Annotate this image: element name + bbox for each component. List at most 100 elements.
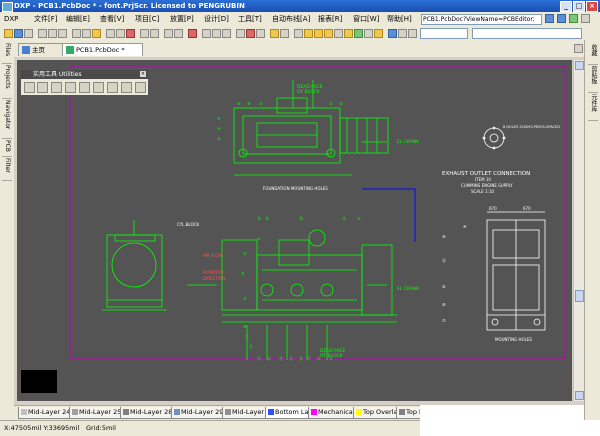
deselect-icon[interactable] (126, 29, 135, 38)
maximize-icon[interactable]: □ (573, 1, 585, 12)
open-folder-icon[interactable] (4, 29, 13, 38)
menu-reports[interactable]: 报表[R] (318, 14, 342, 24)
layer-tab[interactable]: Top Overlay (353, 407, 402, 419)
place-string-icon[interactable] (121, 82, 132, 93)
layer-tab[interactable]: Mechanical 1 (308, 407, 361, 419)
panel-tab-files[interactable]: Files (2, 43, 12, 64)
menu-dxp[interactable]: DXP (4, 14, 18, 24)
align-icon[interactable] (222, 29, 231, 38)
cut-icon[interactable] (72, 29, 81, 38)
menu-autoroute[interactable]: 自动布线[A] (272, 14, 310, 24)
panel-tab-filter[interactable]: Filter (2, 158, 12, 181)
menu-project[interactable]: 项目[C] (135, 14, 159, 24)
paste-icon[interactable] (92, 29, 101, 38)
print-icon[interactable] (24, 29, 33, 38)
cross-probe-icon[interactable] (164, 29, 173, 38)
board-view-icon[interactable] (398, 29, 407, 38)
text-icon[interactable] (374, 29, 383, 38)
layer-tab[interactable]: Mid-Layer 28 (120, 407, 177, 419)
layer-tab[interactable]: Mid-Layer 29 (171, 407, 228, 419)
tab-pcb-document[interactable]: PCB1.PcbDoc * (62, 43, 143, 56)
close-icon[interactable]: × (586, 1, 598, 12)
via-icon[interactable] (280, 29, 289, 38)
layer-tab[interactable]: Mid-Layer 25 (69, 407, 126, 419)
panel-tab-navigator[interactable]: Navigator (2, 100, 12, 139)
3d-view-icon[interactable] (408, 29, 417, 38)
panel-tab-favorites[interactable]: 收藏 (588, 44, 598, 65)
place-room-icon[interactable] (65, 82, 76, 93)
zoom-fit-icon[interactable] (58, 29, 67, 38)
scroll-down-icon[interactable] (575, 391, 584, 400)
layer-tab[interactable]: Mid-Layer 24 (18, 407, 75, 419)
copy-icon[interactable] (82, 29, 91, 38)
menu-edit[interactable]: 编辑[E] (66, 14, 90, 24)
menu-window[interactable]: 窗口[W] (353, 14, 379, 24)
close-icon[interactable]: × (140, 71, 146, 77)
route-icon[interactable] (236, 29, 245, 38)
scroll-up-icon[interactable] (575, 61, 584, 70)
zoom-in-icon[interactable] (38, 29, 47, 38)
nav-back-icon[interactable] (545, 14, 554, 23)
save-icon[interactable] (14, 29, 23, 38)
menu-tools[interactable]: 工具[T] (238, 14, 262, 24)
coordinate-icon[interactable] (334, 29, 343, 38)
clear-filter-icon[interactable] (174, 29, 183, 38)
redo-icon[interactable] (150, 29, 159, 38)
menu-design[interactable]: 设计[D] (204, 14, 229, 24)
exhaust-scale: SCALE 1:10 (471, 189, 495, 194)
layer-tab-active[interactable]: Bottom Layer (265, 407, 319, 419)
place-grid-icon[interactable] (93, 82, 104, 93)
drawing-tools-icon[interactable] (24, 82, 35, 93)
arc-icon[interactable] (256, 29, 265, 38)
menu-help[interactable]: 帮助[H] (387, 14, 412, 24)
more-tools-icon[interactable] (135, 82, 146, 93)
component-icon[interactable] (304, 29, 313, 38)
nav-forward-icon[interactable] (557, 14, 566, 23)
menu-place[interactable]: 放置[P] (170, 14, 194, 24)
move-icon[interactable] (116, 29, 125, 38)
align-tools-icon[interactable] (37, 82, 48, 93)
pad-icon[interactable] (270, 29, 279, 38)
vertical-scrollbar[interactable] (573, 60, 584, 401)
room-icon[interactable] (354, 29, 363, 38)
menu-file[interactable]: 文件[F] (34, 14, 58, 24)
document-path-field[interactable]: PCB1.PcbDoc?ViewName=PCBEditor; (421, 14, 542, 25)
net-filter-combo[interactable] (420, 28, 468, 39)
keepout-icon[interactable] (364, 29, 373, 38)
foundation-mounting-holes: FOUNDATION MOUNTING HOLES (263, 186, 328, 191)
grid-icon[interactable] (188, 29, 197, 38)
interactive-route-icon[interactable] (246, 29, 255, 38)
utilities-title[interactable]: 实用工具 Utilities × (21, 70, 148, 79)
layer-set-icon[interactable] (388, 29, 397, 38)
panel-tab-pcb[interactable]: PCB (2, 140, 12, 157)
snap-grid-icon[interactable] (107, 82, 118, 93)
rectangle-select-icon[interactable] (202, 29, 211, 38)
layer-color-swatch (174, 409, 180, 415)
nav-home-icon[interactable] (569, 14, 578, 23)
pcb-canvas[interactable]: ⑥⑧⑤ ④④② ③⑬ DEAD FACE OF BLOCK EL CRANK F… (17, 60, 572, 401)
panel-tab-clipboard[interactable]: 剪贴板 (588, 66, 598, 93)
menu-view[interactable]: 查看[V] (100, 14, 124, 24)
layer-tab[interactable]: Mid-Layer 30 (222, 407, 274, 419)
tab-close-icon[interactable] (574, 44, 583, 53)
undo-icon[interactable] (140, 29, 149, 38)
panel-tab-libraries[interactable]: 元件库 (588, 94, 598, 121)
select-icon[interactable] (106, 29, 115, 38)
dimension-icon[interactable] (344, 29, 353, 38)
tab-pcb-document-label: PCB1.PcbDoc * (76, 46, 125, 54)
fill-icon[interactable] (294, 29, 303, 38)
place-dimension-icon[interactable] (79, 82, 90, 93)
find-selection-icon[interactable] (51, 82, 62, 93)
move-selection-icon[interactable] (212, 29, 221, 38)
zoom-out-icon[interactable] (48, 29, 57, 38)
string-icon[interactable] (324, 29, 333, 38)
utilities-toolbar[interactable]: 实用工具 Utilities × (20, 69, 149, 96)
polygon-icon[interactable] (314, 29, 323, 38)
scrollbar-thumb[interactable] (575, 290, 584, 302)
minimize-icon[interactable]: _ (560, 1, 572, 12)
svg-text:⑫: ⑫ (257, 355, 261, 361)
layer-combo[interactable] (472, 28, 582, 39)
panel-tab-projects[interactable]: Projects (2, 65, 12, 99)
nav-dropdown-icon[interactable] (581, 14, 590, 23)
layer-tab[interactable]: Top Pa (396, 407, 420, 419)
